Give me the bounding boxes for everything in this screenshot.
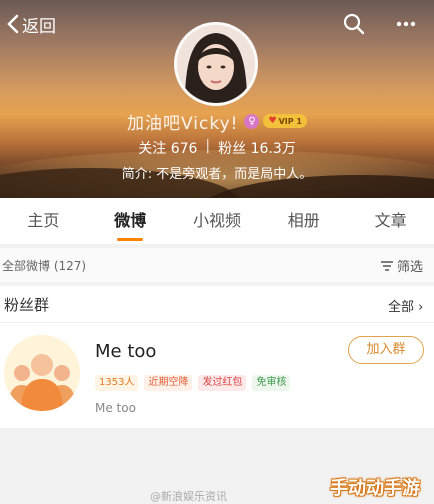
- filter-icon: [381, 260, 393, 271]
- tab-articles[interactable]: 文章: [347, 198, 434, 244]
- following-label: 关注: [138, 141, 167, 157]
- group-name: Me too: [95, 341, 157, 362]
- filter-button[interactable]: 筛选: [380, 256, 423, 275]
- red-packet-tag: 发过红包: [198, 375, 247, 391]
- profile-header-banner: 返回 加油吧Vicky! ♀ ♥ VIP 1 关注 676 | 粉丝 16.3万…: [0, 0, 434, 198]
- watermark: @新浪娱乐资讯: [150, 490, 227, 503]
- tab-weibo[interactable]: 微博: [87, 198, 174, 244]
- brand-watermark: 手动动手游: [330, 478, 420, 499]
- all-weibo-count[interactable]: 全部微博 (127): [2, 257, 86, 274]
- group-avatar: [4, 335, 80, 411]
- vip-label: VIP 1: [278, 116, 302, 126]
- profile-name: 加油吧Vicky!: [127, 113, 239, 134]
- more-icon[interactable]: [394, 12, 418, 36]
- avatar-portrait: [177, 25, 255, 103]
- recent-join-tag: 近期空降: [144, 375, 193, 391]
- member-count-tag: 1353人: [95, 375, 139, 391]
- join-group-button[interactable]: 加入群: [348, 336, 424, 364]
- group-tags: 1353人 近期空降 发过红包 免审核: [95, 375, 291, 391]
- profile-bio: 简介: 不是旁观者，而是局中人。: [121, 167, 313, 182]
- weibo-filter-bar: 全部微博 (127) 筛选: [0, 248, 434, 282]
- female-icon: ♀: [244, 113, 260, 129]
- fans-label: 粉丝: [218, 141, 247, 157]
- tab-short-video[interactable]: 小视频: [174, 198, 261, 244]
- group-people-icon: [4, 335, 80, 411]
- profile-tabs: 主页 微博 小视频 相册 文章: [0, 198, 434, 244]
- profile-name-row: 加油吧Vicky! ♀ ♥ VIP 1: [0, 110, 434, 134]
- avatar[interactable]: [174, 22, 258, 106]
- fans-stat[interactable]: 粉丝 16.3万: [218, 138, 296, 158]
- profile-stats: 关注 676 | 粉丝 16.3万: [0, 138, 434, 158]
- stats-divider: |: [205, 138, 211, 154]
- no-review-tag: 免审核: [252, 375, 291, 391]
- tab-album[interactable]: 相册: [260, 198, 347, 244]
- following-stat[interactable]: 关注 676: [138, 138, 197, 158]
- all-link-label: 全部: [388, 300, 415, 315]
- tab-home[interactable]: 主页: [0, 198, 87, 244]
- heart-icon: ♥: [268, 116, 277, 126]
- back-button[interactable]: 返回: [6, 12, 56, 37]
- fans-group-title: 粉丝群: [4, 296, 50, 314]
- fans-value: 16.3万: [250, 141, 296, 157]
- vip-badge[interactable]: ♥ VIP 1: [263, 114, 307, 128]
- fans-group-all-link[interactable]: 全部 ›: [388, 296, 423, 315]
- filter-label: 筛选: [397, 260, 424, 275]
- chevron-left-icon: [7, 14, 19, 34]
- fans-group-card[interactable]: Me too 加入群 1353人 近期空降 发过红包 免审核 Me too: [0, 323, 434, 428]
- fans-group-header: 粉丝群 全部 ›: [0, 286, 434, 323]
- search-icon[interactable]: [342, 12, 366, 36]
- group-subtitle: Me too: [95, 401, 136, 415]
- chevron-right-icon: ›: [418, 300, 424, 315]
- following-value: 676: [170, 141, 198, 157]
- back-label: 返回: [22, 16, 56, 37]
